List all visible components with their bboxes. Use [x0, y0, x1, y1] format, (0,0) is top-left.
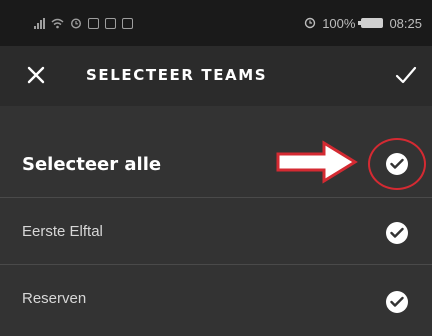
- team-row[interactable]: Reserven: [0, 265, 432, 336]
- app-toolbar: SELECTEER TEAMS: [0, 46, 432, 106]
- battery-percentage: 100%: [322, 15, 356, 31]
- battery-icon: [358, 18, 384, 28]
- status-bar: 100% 08:25: [0, 0, 432, 46]
- sync-icon: [122, 17, 133, 29]
- confirm-button[interactable]: [394, 64, 418, 86]
- nfc-icon: [88, 17, 99, 29]
- team-row[interactable]: Eerste Elftal: [0, 198, 432, 265]
- close-icon: [27, 66, 45, 84]
- status-time: 08:25: [389, 15, 422, 31]
- clock-icon: [305, 17, 316, 29]
- check-icon: [390, 296, 404, 307]
- mail-icon: [105, 17, 116, 29]
- select-all-row[interactable]: Selecteer alle: [0, 106, 432, 198]
- status-icons-left: [34, 17, 133, 29]
- red-circle-highlight: [368, 138, 426, 190]
- alarm-icon: [70, 18, 82, 29]
- close-button[interactable]: [26, 65, 46, 85]
- checkmark-icon: [395, 66, 417, 84]
- wifi-icon: [51, 18, 64, 28]
- status-icons-right: 100% 08:25: [304, 16, 422, 31]
- page-title: SELECTEER TEAMS: [86, 66, 268, 84]
- team-checkbox[interactable]: [386, 291, 408, 313]
- check-icon: [390, 227, 404, 238]
- team-label: Eerste Elftal: [22, 223, 103, 240]
- signal-icon: [34, 17, 45, 29]
- select-all-label: Selecteer alle: [22, 154, 162, 175]
- red-arrow-icon: [276, 140, 358, 184]
- team-label: Reserven: [22, 290, 87, 307]
- team-checkbox[interactable]: [386, 222, 408, 244]
